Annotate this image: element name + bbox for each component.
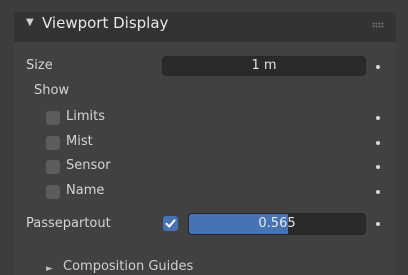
size-keyframe-dot[interactable] xyxy=(376,65,380,69)
passepartout-value: 0.565 xyxy=(258,216,296,231)
show-label: Show xyxy=(34,83,70,98)
mist-checkbox[interactable] xyxy=(46,136,60,150)
mist-label[interactable]: Mist xyxy=(66,134,93,149)
checkmark-icon xyxy=(165,219,176,228)
composition-guides-header[interactable]: Composition Guides xyxy=(63,259,193,274)
passepartout-keyframe-dot[interactable] xyxy=(376,222,380,226)
limits-label[interactable]: Limits xyxy=(66,109,105,124)
panel-title[interactable]: Viewport Display xyxy=(42,14,168,32)
name-checkbox[interactable] xyxy=(46,185,60,199)
drag-grip-icon[interactable] xyxy=(372,22,384,28)
passepartout-checkbox[interactable] xyxy=(163,216,178,231)
name-label[interactable]: Name xyxy=(66,183,104,198)
name-keyframe-dot[interactable] xyxy=(376,190,380,194)
size-field[interactable]: 1 m xyxy=(162,56,366,76)
limits-keyframe-dot[interactable] xyxy=(376,116,380,120)
size-label: Size xyxy=(26,58,53,73)
composition-guides-expand-icon[interactable]: ► xyxy=(46,264,53,274)
panel-expand-icon[interactable]: ▼ xyxy=(26,17,34,28)
limits-checkbox[interactable] xyxy=(46,111,60,125)
passepartout-label: Passepartout xyxy=(26,216,111,231)
sensor-label[interactable]: Sensor xyxy=(66,158,111,173)
mist-keyframe-dot[interactable] xyxy=(376,141,380,145)
sensor-keyframe-dot[interactable] xyxy=(376,165,380,169)
passepartout-slider[interactable]: 0.565 xyxy=(188,213,366,235)
sensor-checkbox[interactable] xyxy=(46,160,60,174)
